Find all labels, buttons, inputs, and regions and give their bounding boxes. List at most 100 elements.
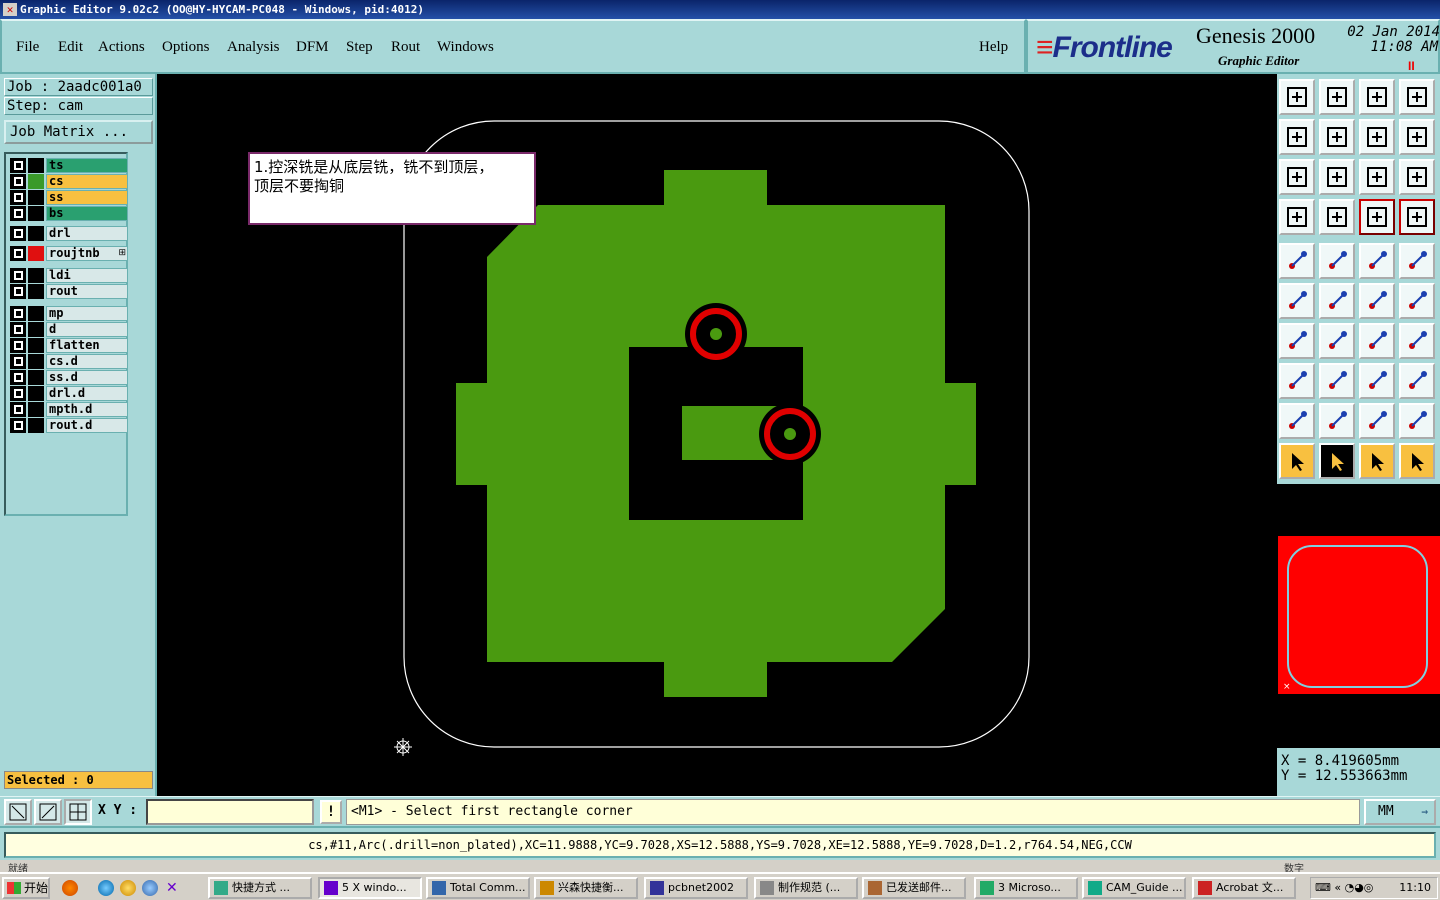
units-selector[interactable]: MM ⇒ (1364, 799, 1436, 825)
reshape-button[interactable] (1279, 363, 1315, 399)
layer-checkbox[interactable] (10, 268, 26, 283)
panel-view-button[interactable] (1319, 199, 1355, 235)
menu-edit[interactable]: Edit (58, 39, 83, 56)
menu-options[interactable]: Options (162, 39, 210, 56)
fill-dot-button[interactable] (1399, 243, 1435, 279)
layer-row-flatten[interactable]: flatten (10, 338, 128, 353)
layer-color-swatch[interactable] (28, 206, 44, 221)
draw-a-button[interactable] (1279, 403, 1315, 439)
layer-row-roujtnb[interactable]: roujtnb ⊞ (10, 246, 128, 261)
help-query-button[interactable] (1399, 159, 1435, 195)
layer-checkbox[interactable] (10, 402, 26, 417)
layer-expand-icon[interactable]: ⊞ (118, 247, 126, 258)
copy-feature-button[interactable] (1399, 283, 1435, 319)
layer-checkbox[interactable] (10, 174, 26, 189)
layer-row-drl-d[interactable]: drl.d (10, 386, 128, 401)
prompt-button[interactable]: ! (320, 800, 342, 824)
add-pad-button[interactable] (1279, 243, 1315, 279)
select-button[interactable] (1279, 443, 1315, 479)
layer-checkbox[interactable] (10, 370, 26, 385)
mirror-button[interactable] (1399, 119, 1435, 155)
cut-line-button[interactable] (1319, 363, 1355, 399)
layer-color-swatch[interactable] (28, 158, 44, 173)
layer-color-swatch[interactable] (28, 354, 44, 369)
fit-screen-button[interactable] (1279, 159, 1315, 195)
text-f-button[interactable] (1399, 323, 1435, 359)
taskbar-item[interactable]: 兴森快捷衡... (534, 877, 638, 899)
draw-a4-button[interactable] (1399, 403, 1435, 439)
layer-name[interactable]: drl.d (46, 386, 128, 401)
layer-checkbox[interactable] (10, 386, 26, 401)
ruler-button[interactable] (1359, 243, 1395, 279)
layer-color-swatch[interactable] (28, 418, 44, 433)
layer-name[interactable]: drl (46, 226, 128, 241)
preview-panel[interactable]: × (1277, 484, 1440, 748)
connect-button[interactable] (1279, 283, 1315, 319)
menu-dfm[interactable]: DFM (296, 39, 329, 56)
layer-name[interactable]: mp (46, 306, 128, 321)
taskbar-item[interactable]: 已发送邮件... (862, 877, 966, 899)
group-button[interactable] (1399, 363, 1435, 399)
layer-row-ss-d[interactable]: ss.d (10, 370, 128, 385)
layer-row-ldi[interactable]: ldi (10, 268, 128, 283)
menu-actions[interactable]: Actions (98, 39, 145, 56)
draw-a2-button[interactable] (1319, 403, 1355, 439)
layer-row-drl[interactable]: drl (10, 226, 128, 241)
undo-rotate-button[interactable] (1359, 119, 1395, 155)
layer-row-rout-d[interactable]: rout.d (10, 418, 128, 433)
tray-icons[interactable]: ⌨ « ◔◕◎ (1315, 878, 1373, 898)
layer-row-cs[interactable]: cs (10, 174, 128, 189)
taskbar-item[interactable]: 5 X windo... (318, 877, 422, 899)
menu-analysis[interactable]: Analysis (227, 39, 280, 56)
menu-file[interactable]: File (16, 39, 39, 56)
delete-feature-button[interactable] (1319, 283, 1355, 319)
layer-name[interactable]: roujtnb (46, 246, 128, 261)
quicklaunch-icon[interactable] (62, 880, 78, 896)
xy-input[interactable] (146, 799, 314, 825)
layer-row-mp[interactable]: mp (10, 306, 128, 321)
layer-checkbox[interactable] (10, 190, 26, 205)
taskbar-item[interactable]: Total Comm... (426, 877, 530, 899)
taskbar-item[interactable]: 3 Microso... (974, 877, 1078, 899)
taskbar-item[interactable]: CAM_Guide ... (1082, 877, 1186, 899)
layer-color-swatch[interactable] (28, 386, 44, 401)
prev-step-button[interactable] (1279, 119, 1315, 155)
draw-a3-button[interactable] (1359, 403, 1395, 439)
menu-help[interactable]: Help (979, 39, 1008, 56)
layer-name[interactable]: flatten (46, 338, 128, 353)
select-circle-button[interactable] (1359, 443, 1395, 479)
layer-row-mpth-d[interactable]: mpth.d (10, 402, 128, 417)
layer-checkbox[interactable] (10, 226, 26, 241)
layer-name[interactable]: ss (46, 190, 128, 205)
layer-name[interactable]: ss.d (46, 370, 128, 385)
layer-row-ss[interactable]: ss (10, 190, 128, 205)
layer-name[interactable]: cs (46, 174, 128, 189)
line-button[interactable] (1319, 323, 1355, 359)
layer-color-swatch[interactable] (28, 174, 44, 189)
layer-color-swatch[interactable] (28, 338, 44, 353)
menu-rout[interactable]: Rout (391, 39, 420, 56)
layer-filter-button[interactable] (1279, 199, 1315, 235)
browser-icon[interactable] (142, 880, 158, 896)
layer-color-swatch[interactable] (28, 268, 44, 283)
features-red-button[interactable] (1359, 199, 1395, 235)
ie-icon[interactable] (98, 880, 114, 896)
layer-name[interactable]: ldi (46, 268, 128, 283)
layer-checkbox[interactable] (10, 246, 26, 261)
job-matrix-button[interactable]: Job Matrix ... (4, 120, 153, 144)
drill-hole[interactable] (759, 403, 821, 465)
layer-checkbox[interactable] (10, 206, 26, 221)
angle-button[interactable] (1279, 323, 1315, 359)
taskbar-item[interactable]: Acrobat 文... (1192, 877, 1296, 899)
layer-checkbox[interactable] (10, 306, 26, 321)
route-button[interactable] (1399, 443, 1435, 479)
layer-name[interactable]: cs.d (46, 354, 128, 369)
layer-checkbox[interactable] (10, 338, 26, 353)
arc-button[interactable] (1359, 323, 1395, 359)
layer-name[interactable]: rout (46, 284, 128, 299)
layer-name[interactable]: bs (46, 206, 128, 221)
resize-button[interactable] (1359, 363, 1395, 399)
menu-step[interactable]: Step (346, 39, 373, 56)
next-step-button[interactable] (1319, 119, 1355, 155)
polygon-button[interactable] (1319, 243, 1355, 279)
